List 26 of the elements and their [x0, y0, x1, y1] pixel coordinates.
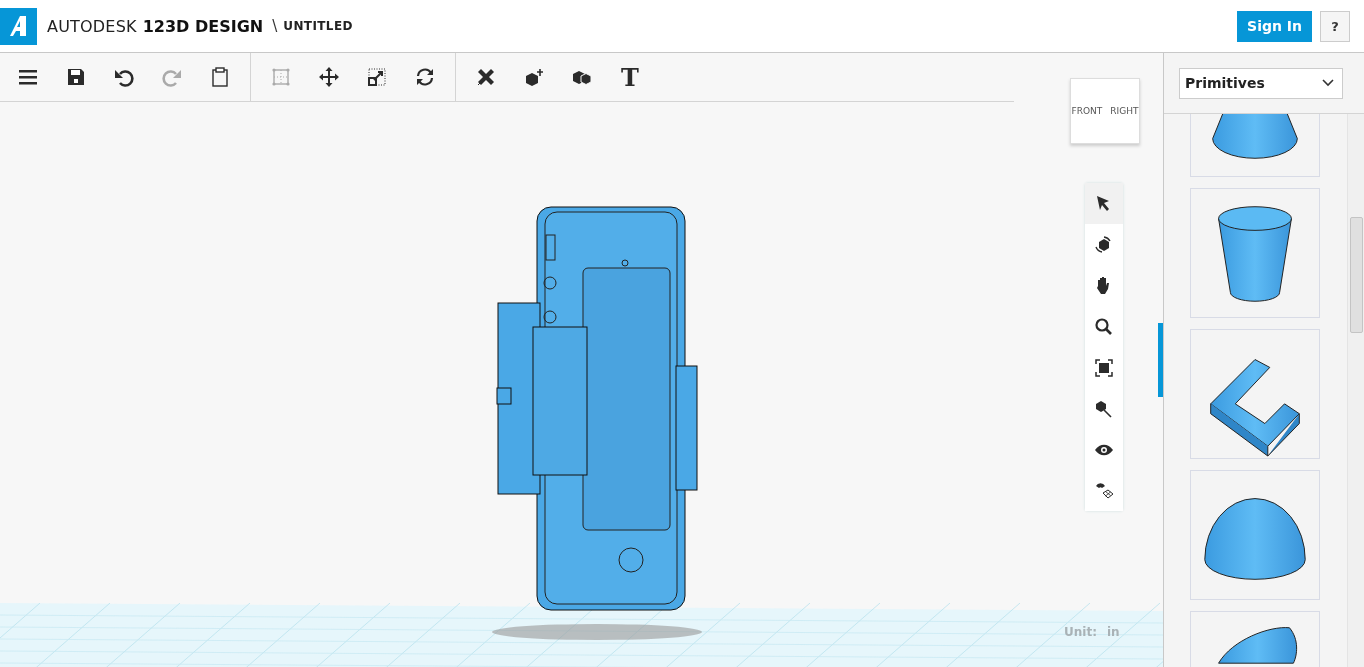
path-separator: \: [272, 17, 278, 35]
product-name: 123D DESIGN: [142, 16, 264, 36]
view-cube[interactable]: FRONT RIGHT: [1070, 78, 1140, 144]
scrollbar[interactable]: [1347, 114, 1364, 667]
cube-plus-icon[interactable]: [523, 66, 545, 88]
cube-face-label: RIGHT: [1110, 106, 1139, 116]
brand-name: AUTODESK: [47, 16, 137, 36]
unit-value: in: [1106, 625, 1120, 639]
bracket-shape-tile[interactable]: [1190, 329, 1320, 459]
panel-collapse-handle[interactable]: [1158, 323, 1163, 397]
clipboard-icon[interactable]: [209, 66, 231, 88]
cylinder-shape-tile[interactable]: [1190, 188, 1320, 318]
orbit-button[interactable]: [1085, 224, 1123, 265]
move-arrows-icon[interactable]: [318, 66, 340, 88]
fit-frame-icon: [1093, 356, 1115, 379]
help-button[interactable]: ?: [1320, 10, 1350, 42]
document-title: UNTITLED: [283, 19, 353, 33]
unit-label: Unit:: [1064, 625, 1097, 639]
hemisphere-shape-tile[interactable]: [1190, 470, 1320, 600]
cube-face-label: FRONT: [1071, 106, 1103, 116]
category-dropdown[interactable]: Primitives: [1179, 67, 1343, 99]
chevron-down-icon: [1322, 79, 1334, 87]
circular-arrows-icon[interactable]: [414, 66, 436, 88]
text-tool-button[interactable]: T: [606, 53, 654, 101]
scale-icon[interactable]: [366, 66, 388, 88]
arrow-pointer-button[interactable]: [1085, 183, 1123, 224]
